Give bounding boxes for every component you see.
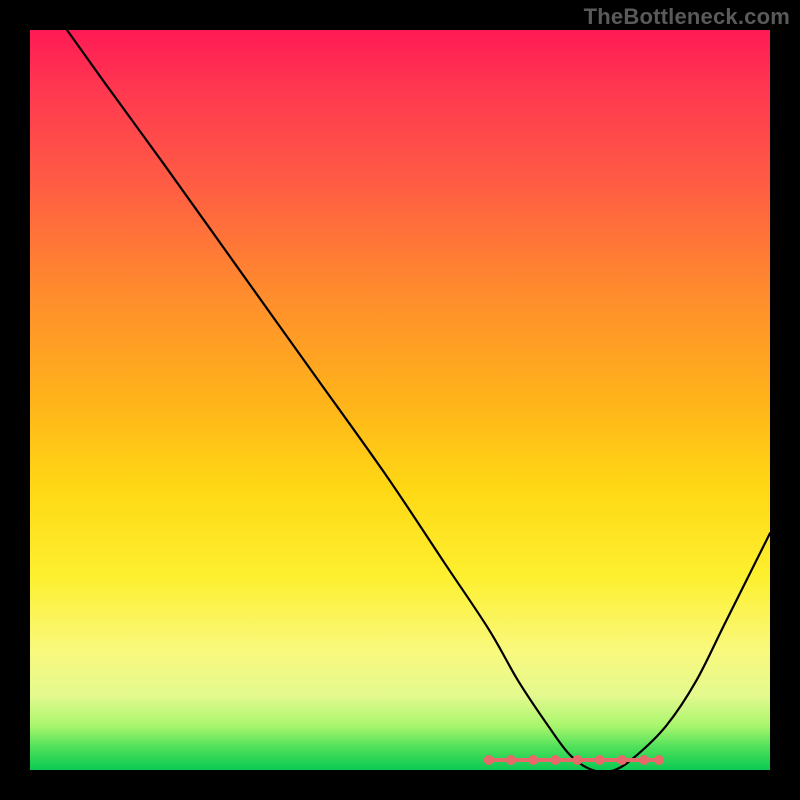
watermark-text: TheBottleneck.com [584,4,790,30]
bottleneck-curve [67,30,770,770]
plot-area [30,30,770,770]
bottleneck-curve-svg [30,30,770,770]
valley-marker-dot [654,755,664,765]
chart-frame: TheBottleneck.com [0,0,800,800]
